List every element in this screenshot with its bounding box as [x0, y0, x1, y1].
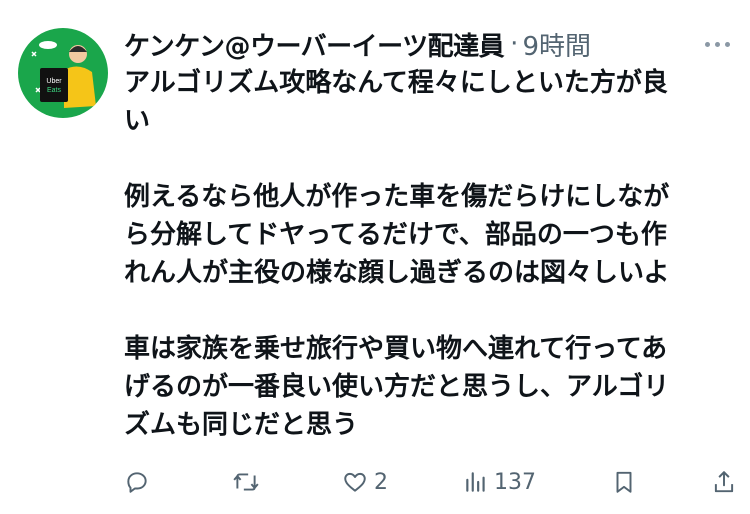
tweet-line: い — [124, 106, 151, 136]
like-button[interactable]: 2 — [342, 469, 388, 495]
timestamp[interactable]: 9時間 — [522, 26, 591, 63]
bookmark-icon — [616, 471, 632, 493]
tweet-text: アルゴリズム攻略なんて程々にしといた方が良 い 例えるなら他人が作った車を傷だら… — [124, 64, 724, 444]
views-button[interactable]: 137 — [464, 469, 536, 495]
like-count: 2 — [374, 469, 388, 495]
svg-text:Eats: Eats — [47, 87, 62, 94]
tweet-line: 車は家族を乗せ旅行や買い物へ連れて行ってあ — [124, 334, 668, 364]
tweet-header: ケンケン@ウーバーイーツ配達員 · 9時間 — [124, 24, 730, 64]
avatar[interactable]: Uber Eats — [18, 28, 108, 118]
display-name[interactable]: ケンケン@ウーバーイーツ配達員 — [124, 26, 505, 63]
share-button[interactable] — [712, 469, 736, 495]
tweet-line: アルゴリズム攻略なんて程々にしといた方が良 — [124, 68, 668, 98]
more-icon[interactable] — [705, 24, 730, 64]
avatar-image: Uber Eats — [18, 28, 108, 118]
tweet-line: 例えるなら他人が作った車を傷だらけにしなが — [124, 182, 670, 212]
svg-text:Uber: Uber — [46, 78, 62, 85]
views-icon — [466, 472, 485, 492]
action-bar: 2 137 — [124, 462, 736, 502]
retweet-button[interactable] — [232, 469, 266, 495]
separator-dot: · — [510, 29, 519, 59]
bookmark-button[interactable] — [612, 469, 636, 495]
reply-icon — [127, 472, 147, 493]
retweet-icon — [233, 473, 259, 491]
tweet-line: ら分解してドヤってるだけで、部品の一つも作 — [124, 220, 667, 250]
tweet-line: ズムも同じだと思う — [124, 410, 359, 440]
like-icon — [344, 472, 366, 492]
share-icon — [714, 471, 734, 493]
reply-button[interactable] — [124, 469, 156, 495]
views-count: 137 — [494, 469, 536, 495]
tweet-line: れん人が主役の様な顔し過ぎるのは図々しいよ — [124, 258, 670, 288]
tweet-line: げるのが一番良い使い方だと思うし、アルゴリ — [124, 372, 670, 402]
